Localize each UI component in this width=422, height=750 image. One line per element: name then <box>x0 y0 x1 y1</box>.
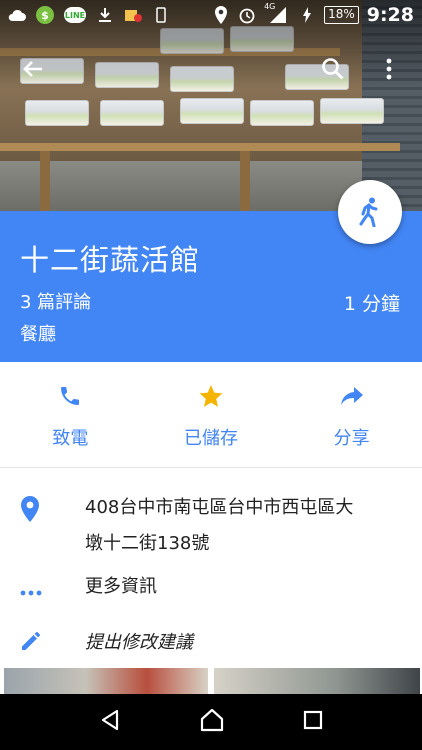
star-icon <box>198 382 224 410</box>
photo-box <box>180 98 244 124</box>
edit-pencil-icon <box>20 630 42 656</box>
more-info-label: 更多資訊 <box>85 576 157 597</box>
share-label: 分享 <box>333 428 370 449</box>
back-button[interactable] <box>16 52 50 86</box>
suggest-edit-label: 提出修改建議 <box>85 632 193 653</box>
download-icon <box>96 6 114 24</box>
cloud-icon <box>8 6 26 24</box>
search-icon <box>322 58 344 80</box>
photo-strip <box>0 668 422 694</box>
more-info-row[interactable]: 更多資訊 <box>0 570 422 600</box>
battery-level: 18% <box>324 6 359 24</box>
triangle-back-icon <box>101 709 119 731</box>
nav-back-button[interactable] <box>99 709 121 735</box>
saved-button[interactable]: 已儲存 <box>141 362 282 467</box>
nav-recents-button[interactable] <box>303 710 323 734</box>
share-button[interactable]: 分享 <box>281 362 422 467</box>
address-line-1: 408台中市南屯區台中市西屯區大 <box>85 497 354 518</box>
clock-time: 9:28 <box>366 4 414 26</box>
share-icon <box>339 382 365 410</box>
address-text: 408台中市南屯區台中市西屯區大 墩十二街138號 <box>85 490 405 562</box>
action-row: 致電 已儲存 分享 <box>0 362 422 468</box>
reviews-link[interactable]: 3 篇評論 <box>20 288 91 314</box>
location-icon <box>212 6 230 24</box>
network-type: 4G <box>264 2 276 11</box>
charging-icon <box>298 6 316 24</box>
photo-shelf-leg <box>240 150 250 211</box>
status-bar: $ LINE 4G 18% 9:28 <box>0 0 422 30</box>
photo-box <box>320 98 384 124</box>
square-recents-icon <box>303 710 323 730</box>
address-line-2: 墩十二街138號 <box>85 533 210 554</box>
more-options-button[interactable] <box>372 52 406 86</box>
travel-time: 1 分鐘 <box>343 293 400 315</box>
phone-notification-icon <box>152 6 170 24</box>
nav-home-button[interactable] <box>199 708 225 736</box>
system-navigation-bar <box>0 694 422 750</box>
location-pin-icon <box>20 496 40 526</box>
place-details-screen: $ LINE 4G 18% 9:28 十二街蔬活館 3 篇評論 餐廳 1 分鐘 … <box>0 0 422 750</box>
address-row[interactable]: 408台中市南屯區台中市西屯區大 墩十二街138號 <box>0 490 422 562</box>
walking-directions-button[interactable] <box>338 180 402 244</box>
line-app-icon: LINE <box>64 7 86 23</box>
alarm-icon <box>238 6 256 24</box>
photo-shelf <box>0 143 400 151</box>
place-category: 餐廳 <box>20 324 56 345</box>
call-label: 致電 <box>52 428 89 449</box>
phone-icon <box>58 382 82 410</box>
arrow-back-icon <box>23 61 42 77</box>
app-notification-icon <box>124 6 142 24</box>
place-name: 十二街蔬活館 <box>20 243 201 277</box>
photo-thumbnail[interactable] <box>214 668 420 694</box>
photo-thumbnail[interactable] <box>4 668 208 694</box>
walk-icon <box>359 197 378 227</box>
call-button[interactable]: 致電 <box>0 362 141 467</box>
place-photo[interactable] <box>0 0 422 211</box>
photo-shelf-leg <box>40 150 50 211</box>
suggest-edit-row[interactable]: 提出修改建議 <box>0 626 422 658</box>
photo-box <box>250 100 314 126</box>
saved-label: 已儲存 <box>184 428 238 449</box>
photo-box <box>25 100 89 126</box>
more-vert-icon <box>386 58 392 80</box>
money-app-icon: $ <box>36 6 54 24</box>
more-horiz-icon <box>20 581 42 600</box>
photo-box <box>100 100 164 126</box>
search-button[interactable] <box>316 52 350 86</box>
signal-icon: 4G <box>264 2 290 24</box>
home-icon <box>200 708 224 732</box>
